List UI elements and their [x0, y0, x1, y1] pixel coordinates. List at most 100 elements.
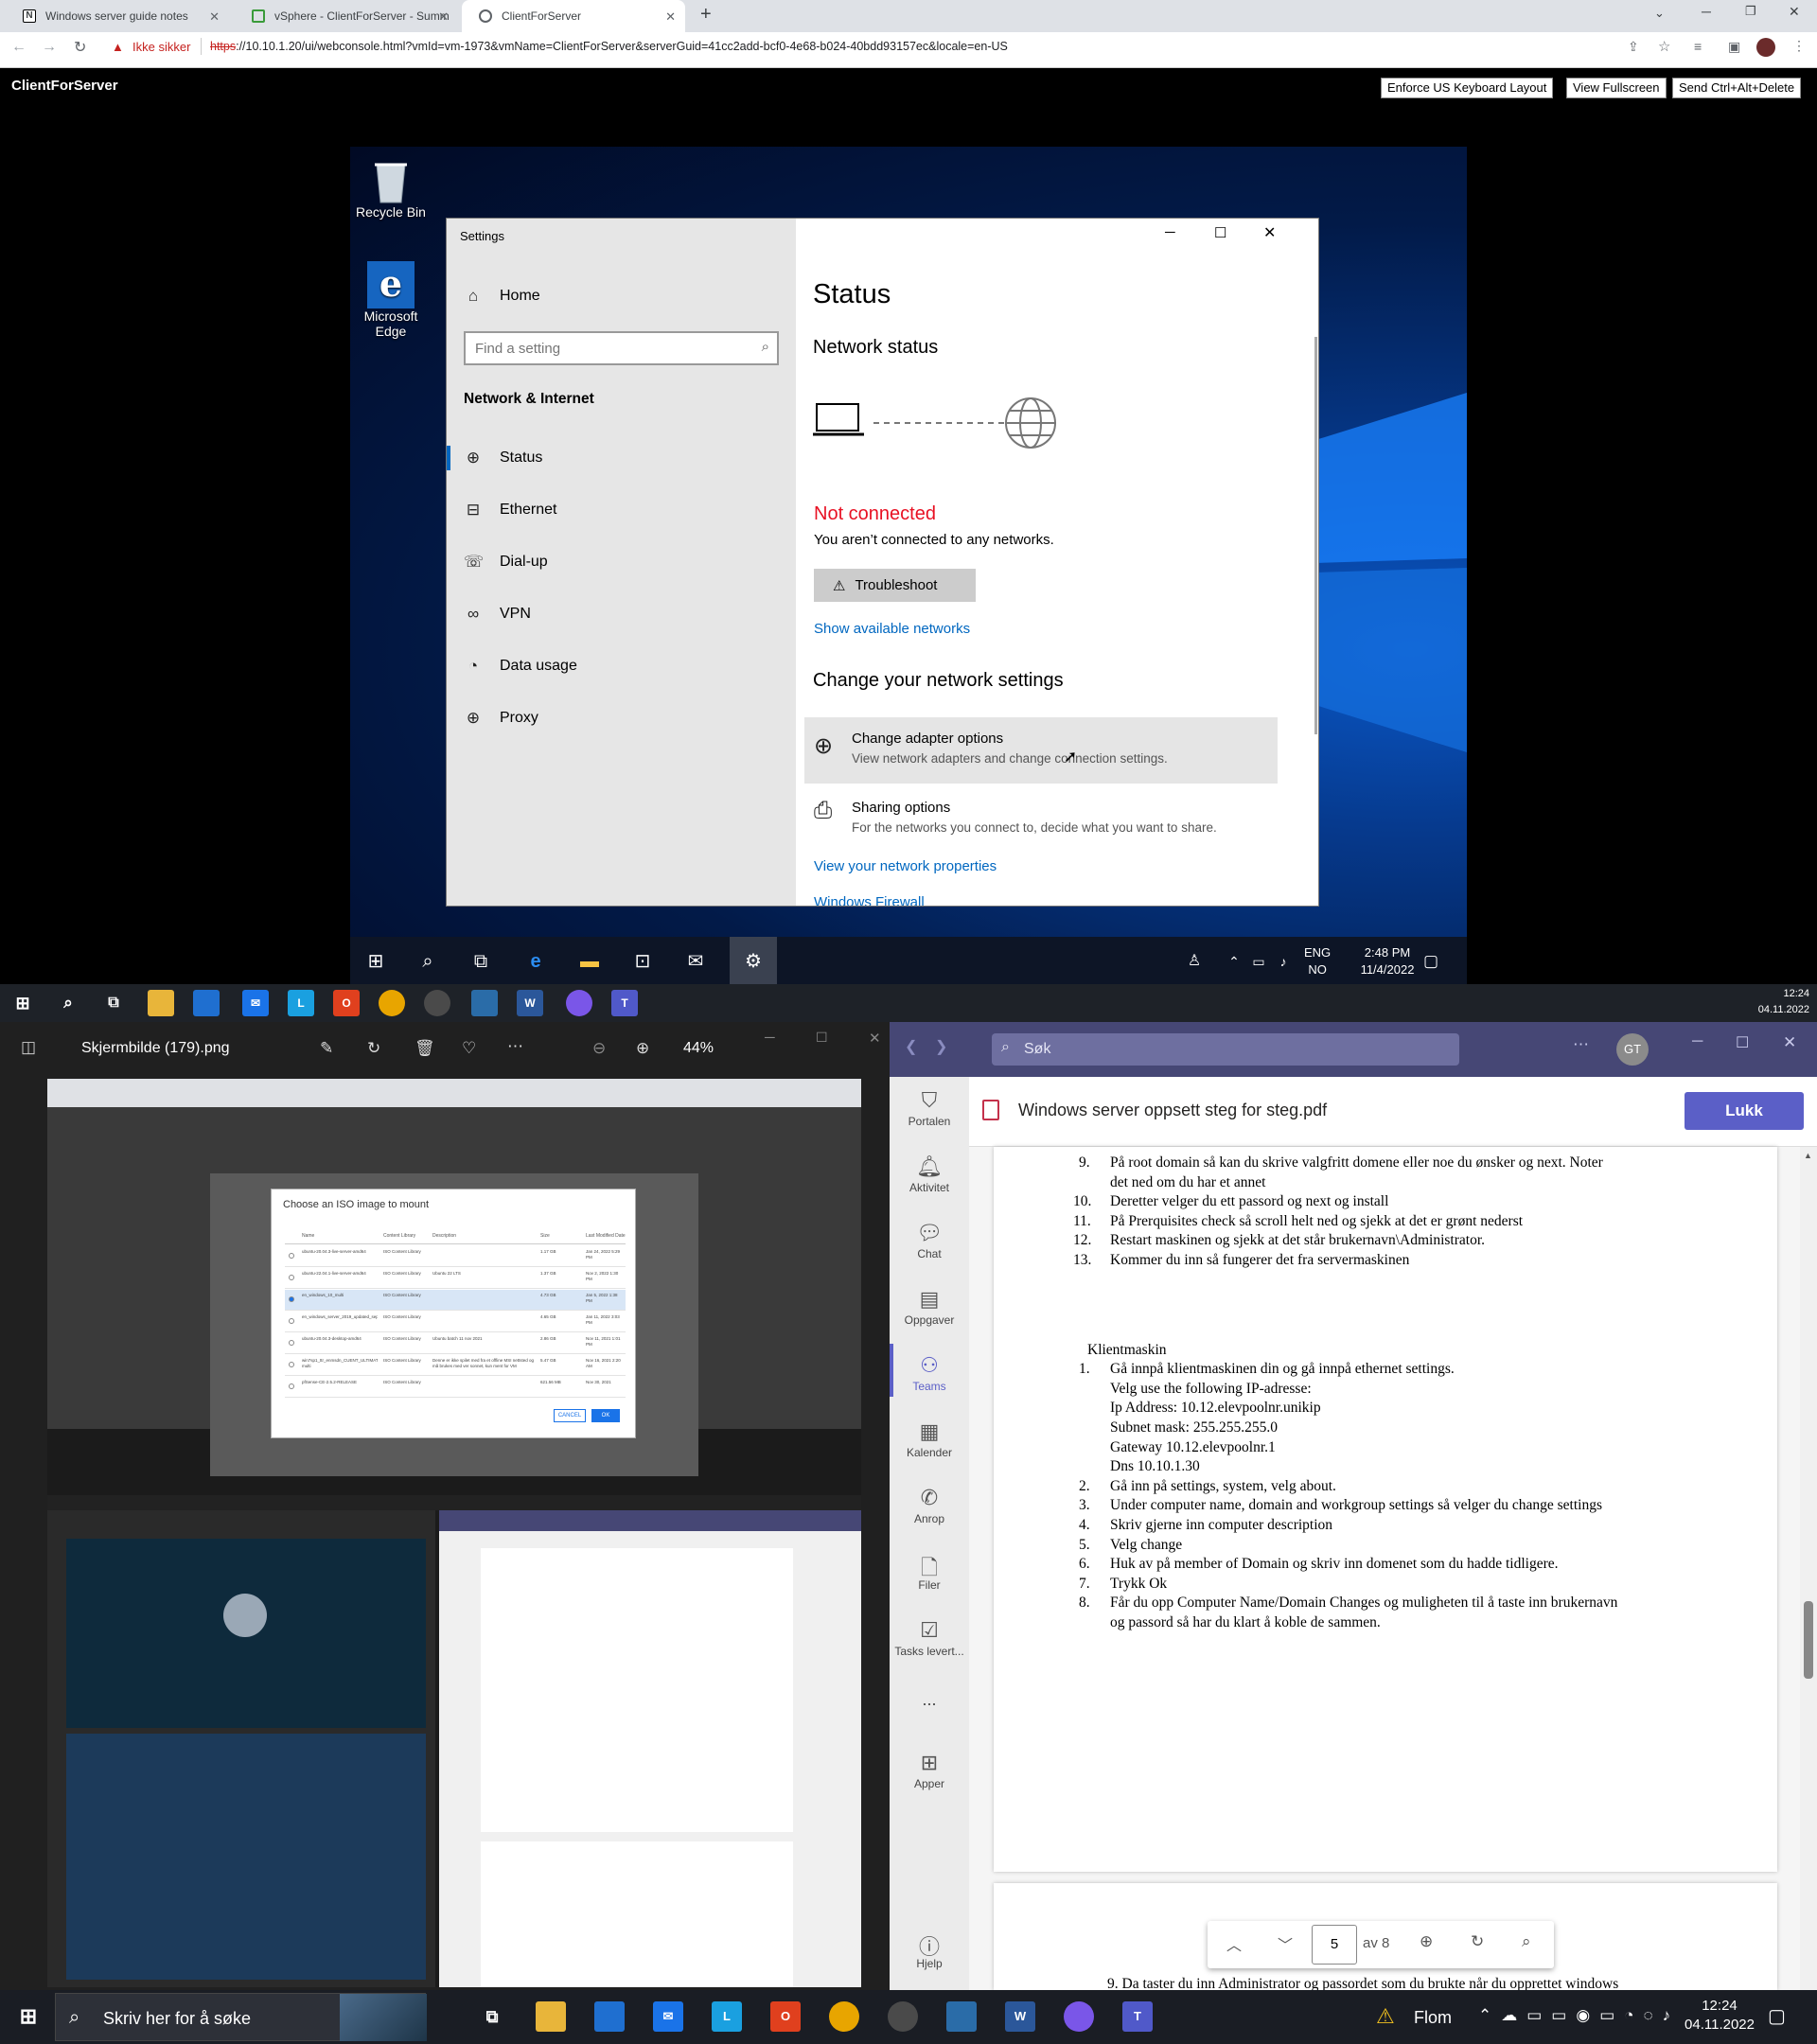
photos-icon[interactable]: [946, 2001, 977, 2032]
chrome-active-icon[interactable]: [888, 2001, 918, 2032]
tab-vsphere[interactable]: vSphere - ClientForServer - Summ ✕: [235, 0, 458, 32]
more-icon[interactable]: ⋯: [1573, 1035, 1589, 1054]
minimize-icon[interactable]: ─: [1702, 4, 1711, 19]
radio-icon[interactable]: [289, 1362, 294, 1367]
firewall-link[interactable]: Windows Firewall: [814, 894, 925, 906]
search-icon[interactable]: ⌕: [55, 990, 81, 1016]
enforce-keyboard-button[interactable]: Enforce US Keyboard Layout: [1381, 78, 1554, 98]
photos-icon[interactable]: [471, 990, 498, 1016]
desktop-icon-recycle-bin[interactable]: Recycle Bin: [350, 157, 432, 220]
tab-search-icon[interactable]: ⌄: [1654, 6, 1665, 21]
file-explorer-icon[interactable]: [536, 2001, 566, 2032]
edit-icon[interactable]: ✎: [320, 1039, 333, 1058]
nav-proxy[interactable]: ⊕ Proxy: [464, 709, 538, 728]
view-properties-link[interactable]: View your network properties: [814, 858, 997, 874]
security-label[interactable]: Ikke sikker: [132, 40, 190, 54]
rail-chat[interactable]: 💬︎ Chat: [890, 1221, 969, 1260]
l-app-icon[interactable]: L: [712, 2001, 742, 2032]
nav-dialup[interactable]: ☏ Dial-up: [464, 553, 548, 572]
send-ctrl-alt-del-button[interactable]: Send Ctrl+Alt+Delete: [1672, 78, 1802, 98]
teams-icon[interactable]: T: [611, 990, 638, 1016]
maximize-icon[interactable]: ❐: [1745, 4, 1756, 19]
close-icon[interactable]: ✕: [665, 9, 676, 25]
radio-icon[interactable]: [289, 1340, 294, 1346]
system-tray-icons[interactable]: ⌃☁▭▭◉▭◔◌♪: [1478, 2006, 1680, 2025]
windows-start-icon[interactable]: ⊞: [9, 990, 36, 1016]
iso-row[interactable]: en_windows_10_multi ISO Content Library 4.…: [285, 1290, 626, 1311]
weather-label[interactable]: Flom: [1414, 2008, 1452, 2028]
nav-vpn[interactable]: ∞ VPN: [464, 605, 531, 624]
back-icon[interactable]: ❮: [905, 1037, 917, 1056]
iso-cancel-button[interactable]: CANCEL: [554, 1409, 586, 1422]
edge-icon[interactable]: e: [522, 948, 549, 975]
rail-filer[interactable]: 🗋 Filer: [890, 1552, 969, 1592]
rail-hjelp[interactable]: ⓘ Hjelp: [890, 1930, 969, 1970]
maximize-icon[interactable]: ☐: [1736, 1033, 1749, 1052]
rotate-icon[interactable]: ↻: [367, 1039, 380, 1058]
discord-icon[interactable]: [566, 990, 592, 1016]
rail-kalender[interactable]: ▦ Kalender: [890, 1419, 969, 1459]
teams-icon[interactable]: T: [1122, 2001, 1153, 2032]
iso-row[interactable]: en_windows_server_2019_updated_sept_2019…: [285, 1312, 626, 1332]
forward-icon[interactable]: ❯: [935, 1037, 947, 1056]
l-app-icon[interactable]: L: [288, 990, 314, 1016]
mail-icon[interactable]: ✉: [653, 2001, 683, 2032]
office-icon[interactable]: O: [333, 990, 360, 1016]
rail-oppgaver[interactable]: ▤ Oppgaver: [890, 1287, 969, 1327]
reload-icon[interactable]: ↻: [74, 38, 86, 57]
discord-icon[interactable]: [1064, 2001, 1094, 2032]
chrome-icon[interactable]: [379, 990, 405, 1016]
iso-row[interactable]: win7sp1_ttr_enmsdn_CUENT_ULTIMATE_x64FRE…: [285, 1355, 626, 1376]
office-icon[interactable]: O: [770, 2001, 801, 2032]
rail-more[interactable]: ...: [890, 1690, 969, 1710]
scroll-up-icon[interactable]: ▲: [1804, 1151, 1812, 1160]
chrome-active-icon[interactable]: [424, 990, 450, 1016]
chevron-up-icon[interactable]: ⌃: [1221, 948, 1247, 975]
iso-ok-button[interactable]: OK: [591, 1409, 620, 1422]
store-icon[interactable]: [594, 2001, 625, 2032]
taskbar-search-box[interactable]: ⌕ Skriv her for å søke: [55, 1993, 427, 2041]
windows-start-icon[interactable]: ⊞: [13, 2001, 44, 2032]
close-icon[interactable]: ✕: [1783, 1033, 1796, 1052]
iso-row[interactable]: ubuntu-20.04.3-desktop-amd64 ISO Content …: [285, 1333, 626, 1354]
url-field[interactable]: https://10.10.1.20/ui/webconsole.html?vm…: [210, 40, 1008, 53]
page-down-icon[interactable]: ﹀: [1278, 1932, 1293, 1955]
teams-search-input[interactable]: ⌕ Søk: [992, 1033, 1459, 1066]
rail-apper[interactable]: ⊞ Apper: [890, 1751, 969, 1790]
rail-anrop[interactable]: ✆ Anrop: [890, 1486, 969, 1525]
menu-dots-icon[interactable]: ⋮: [1792, 38, 1806, 54]
tab-clientforserver[interactable]: ClientForServer ✕: [462, 0, 685, 32]
chrome-icon[interactable]: [829, 2001, 859, 2032]
view-fullscreen-button[interactable]: View Fullscreen: [1566, 78, 1667, 98]
start-icon[interactable]: ⊞: [362, 948, 389, 975]
word-icon[interactable]: W: [517, 990, 543, 1016]
minimize-icon[interactable]: ─: [1165, 224, 1175, 240]
radio-icon[interactable]: [289, 1275, 294, 1280]
share-icon[interactable]: ⇪: [1628, 39, 1639, 55]
scrollbar-thumb[interactable]: [1804, 1601, 1813, 1679]
notification-icon[interactable]: ▢: [1418, 948, 1444, 975]
page-number-input[interactable]: 5: [1312, 1925, 1357, 1965]
nav-ethernet[interactable]: ⊟ Ethernet: [464, 501, 557, 520]
side-panel-icon[interactable]: ▣: [1728, 39, 1740, 55]
close-icon[interactable]: ✕: [869, 1030, 881, 1047]
tab-windows-server-notes[interactable]: N Windows server guide notes ✕: [6, 0, 229, 32]
network-tray-icon[interactable]: ▭: [1245, 948, 1272, 975]
search-icon[interactable]: ⌕: [415, 948, 441, 975]
radio-icon[interactable]: [289, 1383, 294, 1389]
close-pdf-button[interactable]: Lukk: [1685, 1092, 1804, 1130]
nav-status[interactable]: ⊕ Status: [464, 449, 542, 467]
minimize-icon[interactable]: ─: [1692, 1033, 1702, 1050]
profile-avatar[interactable]: [1756, 38, 1775, 57]
maximize-icon[interactable]: ☐: [1214, 224, 1226, 241]
bookmark-star-icon[interactable]: ☆: [1658, 38, 1670, 55]
rail-aktivitet[interactable]: 🔔︎ Aktivitet: [890, 1154, 969, 1194]
more-icon[interactable]: ⋯: [507, 1037, 523, 1056]
close-icon[interactable]: ✕: [1263, 223, 1276, 242]
people-icon[interactable]: ♙: [1181, 948, 1208, 975]
radio-icon[interactable]: [289, 1318, 294, 1324]
iso-row[interactable]: ubuntu-22.04.1-live-server-amd64 ISO Cont…: [285, 1268, 626, 1289]
zoom-in-icon[interactable]: ⊕: [636, 1039, 649, 1058]
forward-icon[interactable]: →: [42, 39, 57, 56]
mail-icon[interactable]: ✉: [682, 948, 709, 975]
